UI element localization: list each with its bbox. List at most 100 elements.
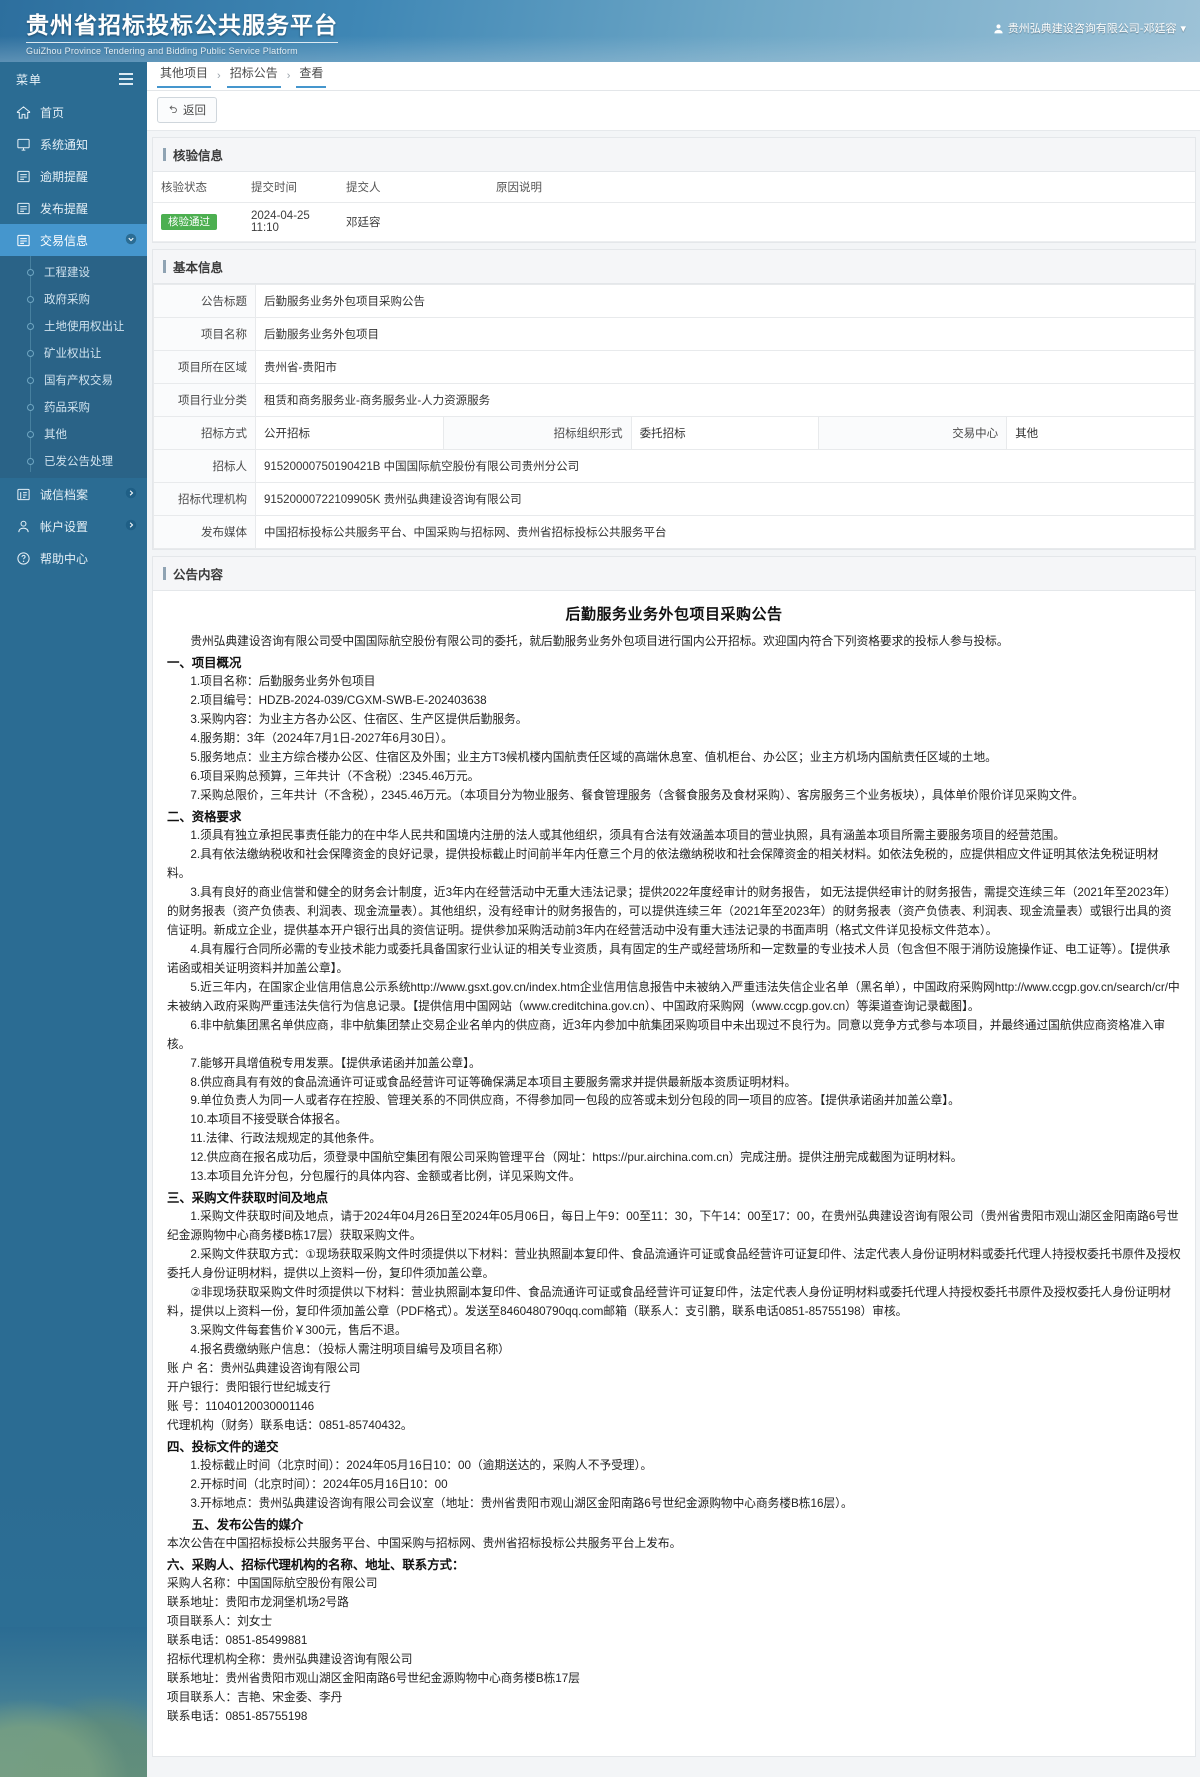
back-button[interactable]: 返回 bbox=[157, 97, 217, 123]
value-tenderer: 91520000750190421B 中国国际航空股份有限公司贵州分公司 bbox=[255, 449, 1195, 483]
row-notice-title: 公告标题 后勤服务业务外包项目采购公告 bbox=[153, 284, 1195, 318]
undo-icon bbox=[168, 103, 179, 117]
sidebar-subitem-state-property[interactable]: 国有产权交易 bbox=[0, 366, 147, 393]
app-subtitle: GuiZhou Province Tendering and Bidding P… bbox=[26, 46, 298, 56]
section-paragraph: 5.服务地点：业主方综合楼办公区、住宿区及外围；业主方T3候机楼内国航责任区域的… bbox=[190, 751, 997, 765]
announcement-intro: 贵州弘典建设咨询有限公司受中国国际航空股份有限公司的委托，就后勤服务业务外包项目… bbox=[190, 635, 1009, 649]
label-org-form: 招标组织形式 bbox=[442, 416, 632, 450]
sidebar-item-publish-reminder[interactable]: 发布提醒 bbox=[0, 192, 147, 224]
user-menu[interactable]: 贵州弘典建设咨询有限公司-邓廷容 ▾ bbox=[993, 20, 1186, 36]
section-paragraph: 3.采购文件每套售价￥300元，售后不退。 bbox=[190, 1324, 407, 1338]
hamburger-icon[interactable] bbox=[119, 73, 133, 85]
section-heading: 六、采购人、招标代理机构的名称、地址、联系方式： bbox=[167, 1557, 465, 1572]
value-project-name: 后勤服务业务外包项目 bbox=[255, 317, 1195, 351]
section-paragraph: 2.开标时间（北京时间）：2024年05月16日10：00 bbox=[190, 1477, 448, 1491]
row-agency: 招标代理机构 91520000722109905K 贵州弘典建设咨询有限公司 bbox=[153, 482, 1195, 516]
user-icon bbox=[993, 23, 1004, 34]
basic-info-table: 公告标题 后勤服务业务外包项目采购公告 项目名称 后勤服务业务外包项目 项目所在… bbox=[153, 284, 1195, 549]
label-center: 交易中心 bbox=[818, 416, 1008, 450]
verify-panel: 核验信息 核验状态 提交时间 提交人 原因说明 核验通过 2024-04-25 … bbox=[152, 137, 1196, 243]
section-paragraph: 3.具有良好的商业信誉和健全的财务会计制度，近3年内在经营活动中无重大违法记录；… bbox=[167, 885, 1177, 937]
toolbar: 返回 bbox=[147, 91, 1200, 131]
sidebar-subitem-gov-procurement[interactable]: 政府采购 bbox=[0, 285, 147, 312]
label-notice-title: 公告标题 bbox=[153, 284, 256, 318]
label-industry: 项目行业分类 bbox=[153, 383, 256, 417]
row-tenderer: 招标人 91520000750190421B 中国国际航空股份有限公司贵州分公司 bbox=[153, 449, 1195, 483]
sidebar-subitem-engineering[interactable]: 工程建设 bbox=[0, 258, 147, 285]
sidebar-item-account-settings[interactable]: 帐户设置 bbox=[0, 510, 147, 542]
announcement-body: 后勤服务业务外包项目采购公告 贵州弘典建设咨询有限公司受中国国际航空股份有限公司… bbox=[153, 591, 1195, 1756]
row-media: 发布媒体 中国招标投标公共服务平台、中国采购与招标网、贵州省招标投标公共服务平台 bbox=[153, 515, 1195, 549]
section-paragraph: 招标代理机构全称：贵州弘典建设咨询有限公司 bbox=[167, 1652, 413, 1666]
value-center: 其他 bbox=[1006, 416, 1195, 450]
sidebar-subitem-other[interactable]: 其他 bbox=[0, 420, 147, 447]
row-bid-method: 招标方式 公开招标 招标组织形式 委托招标 交易中心 其他 bbox=[153, 416, 1195, 450]
sidebar-item-transaction-info[interactable]: 交易信息 bbox=[0, 224, 147, 256]
section-marker-icon bbox=[163, 567, 166, 580]
sidebar-item-label: 首页 bbox=[40, 105, 65, 120]
sidebar-item-system-notice[interactable]: 系统通知 bbox=[0, 128, 147, 160]
breadcrumb-item-tender-notice[interactable]: 招标公告 bbox=[226, 64, 281, 88]
table-row: 核验通过 2024-04-25 11:10 邓廷容 bbox=[153, 202, 1195, 242]
section-paragraph: 4.服务期：3年（2024年7月1日-2027年6月30日）。 bbox=[190, 732, 453, 746]
section-heading: 二、资格要求 bbox=[167, 810, 242, 825]
section-paragraph: 本次公告在中国招标投标公共服务平台、中国采购与招标网、贵州省招标投标公共服务平台… bbox=[167, 1536, 682, 1550]
breadcrumb-item-view[interactable]: 查看 bbox=[296, 64, 327, 88]
sidebar-subitem-mining-right[interactable]: 矿业权出让 bbox=[0, 339, 147, 366]
sidebar-menu-label: 菜单 bbox=[16, 72, 43, 87]
section-paragraph: 3.采购内容：为业主方各办公区、住宿区、生产区提供后勤服务。 bbox=[190, 713, 528, 727]
sidebar-subitem-published-notice[interactable]: 已发公告处理 bbox=[0, 447, 147, 474]
app-title: 贵州省招标投标公共服务平台 bbox=[26, 6, 338, 43]
main-content: 其他项目 › 招标公告 › 查看 返回 核验信息 核验状态 提交时间 提交人 原… bbox=[147, 62, 1200, 1777]
sidebar-header: 菜单 bbox=[0, 62, 147, 96]
label-media: 发布媒体 bbox=[153, 515, 256, 549]
section-paragraph: 6.项目采购总预算，三年共计（不含税）:2345.46万元。 bbox=[190, 770, 480, 784]
basic-info-panel-title-text: 基本信息 bbox=[173, 261, 224, 275]
section-paragraph: 9.单位负责人为同一人或者存在控股、管理关系的不同供应商，不得参加同一包段的应答… bbox=[190, 1094, 960, 1108]
section-paragraph: 5.近三年内，在国家企业信用信息公示系统http://www.gsxt.gov.… bbox=[167, 980, 1180, 1013]
monitor-icon bbox=[16, 137, 31, 152]
sidebar-item-help-center[interactable]: 帮助中心 bbox=[0, 542, 147, 574]
section-paragraph: 12.供应商在报名成功后，须登录中国航空集团有限公司采购管理平台（网址：http… bbox=[190, 1151, 963, 1165]
section-paragraph: 1.须具有独立承担民事责任能力的在中华人民共和国境内注册的法人或其他组织，须具有… bbox=[190, 829, 1066, 843]
chevron-right-icon bbox=[125, 487, 137, 502]
label-tenderer: 招标人 bbox=[153, 449, 256, 483]
section-heading: 五、发布公告的媒介 bbox=[191, 1517, 304, 1532]
section-paragraph: 2.具有依法缴纳税收和社会保障资金的良好记录，提供投标截止时间前半年内任意三个月… bbox=[167, 848, 1159, 881]
section-paragraph: 7.采购总限价，三年共计（不含税），2345.46万元。（本项目分为物业服务、餐… bbox=[190, 789, 1084, 803]
sidebar-item-overdue-reminder[interactable]: 逾期提醒 bbox=[0, 160, 147, 192]
col-status: 核验状态 bbox=[153, 172, 243, 203]
announcement-title: 后勤服务业务外包项目采购公告 bbox=[565, 606, 783, 623]
section-paragraph: 联系地址：贵州省贵阳市观山湖区金阳南路6号世纪金源购物中心商务楼B栋17层 bbox=[167, 1671, 580, 1685]
section-paragraph: 2.采购文件获取方式：①现场获取采购文件时须提供以下材料：营业执照副本复印件、食… bbox=[167, 1248, 1181, 1281]
notice-content-panel-title: 公告内容 bbox=[153, 557, 1195, 591]
sidebar-item-label: 帮助中心 bbox=[40, 551, 89, 566]
sidebar-subitem-land-use-right[interactable]: 土地使用权出让 bbox=[0, 312, 147, 339]
section-paragraph: 8.供应商具有有效的食品流通许可证或食品经营许可证等确保满足本项目主要服务需求并… bbox=[190, 1075, 797, 1089]
col-submit-time: 提交时间 bbox=[243, 172, 338, 203]
sidebar-item-home[interactable]: 首页 bbox=[0, 96, 147, 128]
sidebar-item-label: 诚信档案 bbox=[40, 487, 89, 502]
chevron-right-icon bbox=[125, 519, 137, 534]
value-org-form: 委托招标 bbox=[630, 416, 820, 450]
section-paragraph: 4.报名费缴纳账户信息：（投标人需注明项目编号及项目名称） bbox=[190, 1342, 510, 1356]
verify-table: 核验状态 提交时间 提交人 原因说明 核验通过 2024-04-25 11:10… bbox=[153, 172, 1195, 242]
chevron-down-icon: ▾ bbox=[1180, 22, 1186, 35]
label-region: 项目所在区域 bbox=[153, 350, 256, 384]
sidebar-submenu: 工程建设 政府采购 土地使用权出让 矿业权出让 国有产权交易 药品采购 其他 已… bbox=[0, 256, 147, 478]
section-paragraph: 采购人名称：中国国际航空股份有限公司 bbox=[167, 1576, 378, 1590]
basic-info-panel: 基本信息 公告标题 后勤服务业务外包项目采购公告 项目名称 后勤服务业务外包项目… bbox=[152, 249, 1196, 550]
section-paragraph: 联系电话：0851-85755198 bbox=[167, 1709, 308, 1723]
section-heading: 四、投标文件的递交 bbox=[167, 1439, 279, 1454]
breadcrumb: 其他项目 › 招标公告 › 查看 bbox=[147, 62, 1200, 91]
section-heading: 一、项目概况 bbox=[167, 656, 242, 671]
row-industry: 项目行业分类 租赁和商务服务业-商务服务业-人力资源服务 bbox=[153, 383, 1195, 417]
breadcrumb-item-other-project[interactable]: 其他项目 bbox=[157, 64, 212, 88]
sidebar-subitem-drug-procurement[interactable]: 药品采购 bbox=[0, 393, 147, 420]
section-paragraph: 7.能够开具增值税专用发票。【提供承诺函并加盖公章】。 bbox=[190, 1056, 481, 1070]
section-marker-icon bbox=[163, 260, 166, 273]
sidebar-item-label: 帐户设置 bbox=[40, 519, 89, 534]
sidebar-item-credit-archive[interactable]: 诚信档案 bbox=[0, 478, 147, 510]
sidebar: 菜单 首页 系统通知 逾期提醒 发布提醒 交易信息 工程建设 政府采购 土地使用… bbox=[0, 62, 147, 1777]
section-paragraph: 联系电话：0851-85499881 bbox=[167, 1633, 308, 1647]
